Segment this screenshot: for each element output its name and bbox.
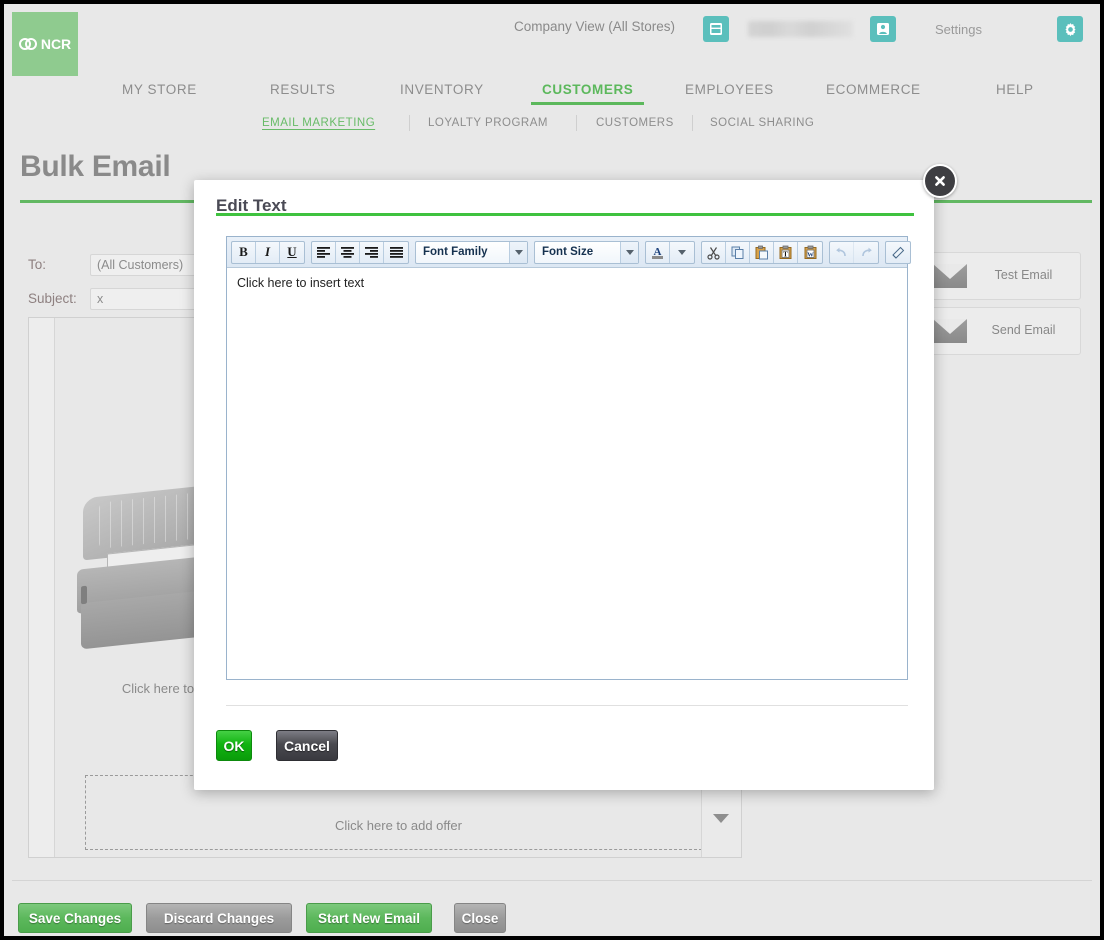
subnav-divider: [576, 115, 577, 131]
italic-icon[interactable]: I: [256, 241, 280, 263]
svg-text:T: T: [783, 250, 788, 258]
underline-icon[interactable]: U: [280, 242, 304, 263]
font-family-label: Font Family: [423, 246, 488, 258]
envelope-icon: [933, 264, 967, 288]
align-justify-icon[interactable]: [384, 242, 408, 263]
paste-as-text-icon[interactable]: T: [774, 241, 798, 263]
edit-text-dialog: Edit Text B I U Font Family Font Size A …: [194, 164, 957, 790]
footer-divider: [12, 880, 1092, 881]
envelope-icon: [933, 319, 967, 343]
subnav-divider: [692, 115, 693, 131]
main-navigation: MY STORE RESULTS INVENTORY CUSTOMERS EMP…: [4, 75, 1100, 109]
subnav-social-sharing[interactable]: SOCIAL SHARING: [710, 117, 814, 129]
nav-employees[interactable]: EMPLOYEES: [685, 82, 774, 97]
app-window: NCR Company View (All Stores) Settings M…: [0, 0, 1104, 940]
company-view-label: Company View (All Stores): [514, 19, 676, 34]
start-new-email-button[interactable]: Start New Email: [306, 903, 432, 933]
send-email-label: Send Email: [991, 323, 1056, 337]
copy-icon[interactable]: [726, 241, 750, 263]
subject-label: Subject:: [28, 291, 77, 306]
offer-placeholder-label: Click here to add offer: [335, 818, 462, 833]
dialog-title-divider: [216, 213, 914, 216]
cut-icon[interactable]: [702, 241, 726, 263]
chevron-down-icon[interactable]: [620, 241, 638, 263]
sub-navigation: EMAIL MARKETING LOYALTY PROGRAM CUSTOMER…: [4, 108, 1100, 140]
nav-customers[interactable]: CUSTOMERS: [530, 82, 645, 105]
top-bar: NCR Company View (All Stores) Settings: [4, 4, 1100, 76]
align-left-icon[interactable]: [312, 241, 336, 263]
redo-icon[interactable]: [854, 242, 878, 263]
ncr-logo-text: NCR: [40, 36, 72, 52]
close-button[interactable]: Close: [454, 903, 506, 933]
remove-format-icon[interactable]: [886, 242, 910, 263]
gear-icon[interactable]: [1057, 16, 1083, 42]
font-color-group: A: [645, 240, 695, 264]
font-color-chevron-down-icon[interactable]: [670, 242, 694, 263]
page-title: Bulk Email: [20, 150, 171, 183]
editor-content-area[interactable]: Click here to insert text: [227, 268, 907, 679]
close-icon[interactable]: [923, 164, 957, 198]
save-changes-button[interactable]: Save Changes: [18, 903, 132, 933]
chevron-down-icon[interactable]: [509, 241, 527, 263]
paste-from-word-icon[interactable]: W: [798, 242, 822, 263]
store-icon[interactable]: [703, 16, 729, 42]
preview-gutter: [29, 318, 55, 857]
test-email-label: Test Email: [994, 268, 1053, 282]
settings-label[interactable]: Settings: [935, 22, 982, 37]
svg-text:W: W: [807, 251, 814, 258]
subnav-customers[interactable]: CUSTOMERS: [596, 117, 674, 129]
nav-results[interactable]: RESULTS: [270, 82, 335, 97]
bold-icon[interactable]: B: [232, 241, 256, 263]
format-group: [885, 240, 911, 264]
paste-icon[interactable]: [750, 241, 774, 263]
dialog-footer-divider: [226, 705, 908, 706]
ncr-rings-icon: [18, 37, 39, 51]
nav-help[interactable]: HELP: [996, 82, 1034, 97]
subnav-loyalty-program[interactable]: LOYALTY PROGRAM: [428, 117, 548, 129]
subnav-divider: [409, 115, 410, 131]
history-group: [829, 240, 879, 264]
ok-button[interactable]: OK: [216, 730, 252, 761]
user-icon[interactable]: [870, 16, 896, 42]
cancel-button[interactable]: Cancel: [276, 730, 338, 761]
align-center-icon[interactable]: [336, 241, 360, 263]
editor-toolbar: B I U Font Family Font Size A T W: [227, 237, 911, 268]
nav-my-store[interactable]: MY STORE: [122, 82, 197, 97]
font-size-label: Font Size: [542, 246, 594, 258]
text-style-group: B I U: [231, 240, 305, 264]
font-family-select[interactable]: Font Family: [415, 240, 528, 264]
undo-icon[interactable]: [830, 241, 854, 263]
clipboard-group: T W: [701, 240, 823, 264]
to-label: To:: [28, 257, 47, 272]
test-email-button[interactable]: Test Email: [924, 252, 1081, 300]
align-right-icon[interactable]: [360, 241, 384, 263]
font-color-icon[interactable]: A: [646, 241, 670, 263]
rich-text-editor: B I U Font Family Font Size A T W Click …: [226, 236, 911, 680]
subnav-email-marketing[interactable]: EMAIL MARKETING: [262, 117, 375, 129]
font-size-select[interactable]: Font Size: [534, 240, 639, 264]
chevron-down-icon[interactable]: [713, 814, 729, 823]
alignment-group: [311, 240, 409, 264]
nav-ecommerce[interactable]: ECOMMERCE: [826, 82, 921, 97]
discard-changes-button[interactable]: Discard Changes: [146, 903, 292, 933]
ncr-logo[interactable]: NCR: [12, 12, 78, 76]
nav-inventory[interactable]: INVENTORY: [400, 82, 484, 97]
account-name-redacted: [748, 21, 853, 37]
send-email-button[interactable]: Send Email: [924, 307, 1081, 355]
